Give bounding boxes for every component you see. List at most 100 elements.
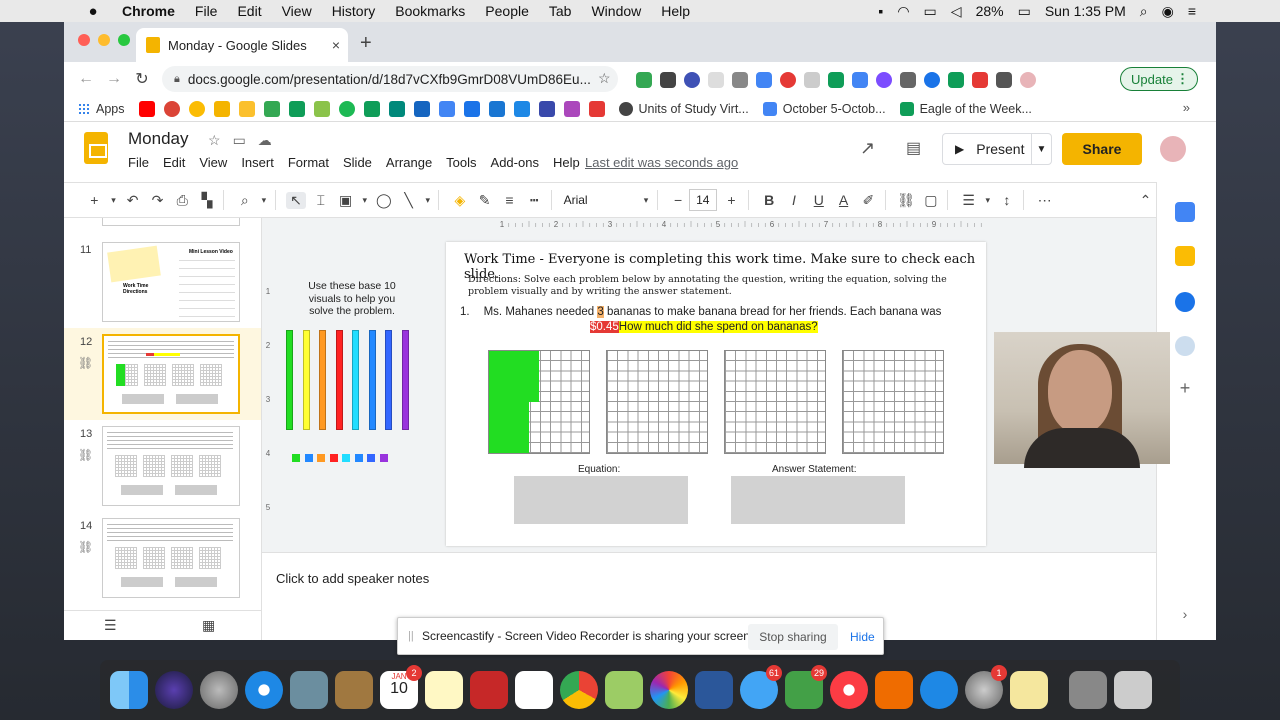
finder-icon[interactable]	[110, 671, 148, 709]
menu-bookmarks[interactable]: Bookmarks	[395, 3, 465, 19]
stickies-icon[interactable]	[1010, 671, 1048, 709]
close-window-icon[interactable]	[78, 34, 90, 46]
user-avatar[interactable]	[1160, 136, 1186, 162]
menu-window[interactable]: Window	[591, 3, 641, 19]
base10-instructions[interactable]: Use these base 10 visuals to help you so…	[302, 280, 402, 318]
menu-app-name[interactable]: Chrome	[122, 3, 175, 19]
menu-tools[interactable]: Tools	[446, 155, 476, 170]
base10-unit-cube[interactable]	[317, 454, 325, 462]
keep-sidepanel-icon[interactable]	[1175, 246, 1195, 266]
forward-icon[interactable]: →	[100, 70, 128, 88]
border-color-icon[interactable]: ✎	[474, 192, 495, 209]
bold-icon[interactable]: B	[759, 192, 780, 208]
italic-icon[interactable]: I	[784, 192, 805, 208]
image-icon[interactable]: ▣	[335, 192, 356, 209]
qr-extension-icon[interactable]	[660, 72, 676, 88]
collapse-toolbar-icon[interactable]: ⌃	[1135, 192, 1156, 209]
calendar-bookmark-icon[interactable]	[488, 100, 505, 117]
present-button[interactable]: ▶ Present ▼	[942, 133, 1052, 165]
extension-icon[interactable]	[828, 72, 844, 88]
font-size-input[interactable]: 14	[688, 189, 718, 211]
youtube-icon[interactable]	[138, 100, 155, 117]
insert-link-icon[interactable]: ⛓	[896, 192, 917, 209]
google-icon[interactable]	[163, 100, 180, 117]
bookmark-icon[interactable]	[588, 100, 605, 117]
extension-icon[interactable]	[732, 72, 748, 88]
app-store-icon[interactable]	[920, 671, 958, 709]
menu-insert[interactable]: Insert	[241, 155, 274, 170]
activity-trend-icon[interactable]: ↗	[860, 138, 875, 159]
chrome-dock-icon[interactable]	[560, 671, 598, 709]
calendar-icon[interactable]: JAN 10 2	[380, 665, 422, 709]
profile-avatar-icon[interactable]	[1020, 72, 1036, 88]
align-icon[interactable]: ☰	[958, 192, 979, 209]
screencastify-icon[interactable]	[972, 72, 988, 88]
paint-format-icon[interactable]: ▚	[197, 192, 218, 209]
menu-slide[interactable]: Slide	[343, 155, 372, 170]
menu-help[interactable]: Help	[661, 3, 690, 19]
clock[interactable]: Sun 1:35 PM	[1045, 3, 1126, 19]
base10-rod[interactable]	[335, 330, 343, 430]
notes-icon[interactable]	[425, 671, 463, 709]
forms-icon[interactable]	[463, 100, 480, 117]
docs-icon[interactable]	[438, 100, 455, 117]
extension-icon[interactable]	[804, 72, 820, 88]
font-select[interactable]: Arial	[558, 193, 638, 207]
bookmark-october[interactable]: October 5-Octob...	[762, 101, 886, 116]
undo-icon[interactable]: ↶	[122, 192, 143, 209]
word-icon[interactable]	[695, 671, 733, 709]
slide-directions[interactable]: Directions: Solve each problem below by …	[468, 274, 958, 299]
menu-edit[interactable]: Edit	[237, 3, 261, 19]
linked-slide-icon[interactable]: ⛓	[78, 540, 93, 554]
facetime-icon[interactable]: 29	[785, 665, 827, 709]
minimize-window-icon[interactable]	[98, 34, 110, 46]
share-button[interactable]: Share	[1062, 133, 1142, 165]
base10-unit-cube[interactable]	[367, 454, 375, 462]
reload-icon[interactable]: ↻	[128, 69, 156, 89]
text-box-icon[interactable]: ⌶	[310, 192, 331, 209]
update-button[interactable]: Update ⋮	[1120, 67, 1198, 91]
hundred-grid[interactable]	[842, 350, 944, 454]
slide-thumbnail-11[interactable]: 11 Mini Lesson Video Work Time Direction…	[64, 236, 261, 328]
messages-icon[interactable]: 61	[740, 665, 782, 709]
menu-people[interactable]: People	[485, 3, 529, 19]
extensions-puzzle-icon[interactable]	[996, 72, 1012, 88]
extension-icon[interactable]	[636, 72, 652, 88]
new-tab-button[interactable]: +	[360, 32, 372, 55]
spotify-icon[interactable]	[338, 100, 355, 117]
border-weight-icon[interactable]: ≡	[499, 192, 520, 208]
outlook-icon[interactable]	[413, 100, 430, 117]
menu-history[interactable]: History	[332, 3, 376, 19]
siri-icon[interactable]: ◉	[1162, 3, 1174, 20]
tab-close-icon[interactable]: ×	[332, 37, 340, 53]
bookmark-star-icon[interactable]: ☆	[598, 70, 611, 87]
vertical-ruler[interactable]: 1 2 3 4 5	[262, 238, 274, 548]
expand-panel-icon[interactable]: ›	[1175, 606, 1195, 626]
volume-icon[interactable]: ◁	[951, 3, 962, 20]
border-dash-icon[interactable]: ┅	[524, 192, 545, 209]
classcraft-icon[interactable]	[313, 100, 330, 117]
downloads-stack-icon[interactable]	[1069, 671, 1107, 709]
last-edit-link[interactable]: Last edit was seconds ago	[585, 155, 738, 170]
siri-icon[interactable]	[155, 671, 193, 709]
keep-icon[interactable]	[238, 100, 255, 117]
stop-sharing-button[interactable]: Stop sharing	[748, 624, 838, 650]
image-dropdown-icon[interactable]: ▾	[360, 195, 369, 206]
notification-center-icon[interactable]: ≡	[1188, 3, 1196, 19]
lock-icon[interactable]: 🔒︎	[174, 73, 180, 86]
base10-rod[interactable]	[319, 330, 326, 430]
extension-icon[interactable]	[684, 72, 700, 88]
hide-button[interactable]: Hide	[850, 624, 875, 650]
menu-format[interactable]: Format	[288, 155, 329, 170]
star-icon[interactable]: ☆	[208, 132, 221, 149]
base10-rod[interactable]	[352, 330, 359, 430]
base10-unit-cube[interactable]	[342, 454, 350, 462]
answer-statement-box[interactable]	[731, 476, 905, 524]
redo-icon[interactable]: ↷	[147, 192, 168, 209]
menu-view[interactable]: View	[282, 3, 312, 19]
books-icon[interactable]	[875, 671, 913, 709]
line-spacing-icon[interactable]: ↕	[997, 192, 1018, 208]
bookmark-icon[interactable]	[563, 100, 580, 117]
underline-icon[interactable]: U	[808, 192, 829, 208]
menu-tab[interactable]: Tab	[549, 3, 572, 19]
